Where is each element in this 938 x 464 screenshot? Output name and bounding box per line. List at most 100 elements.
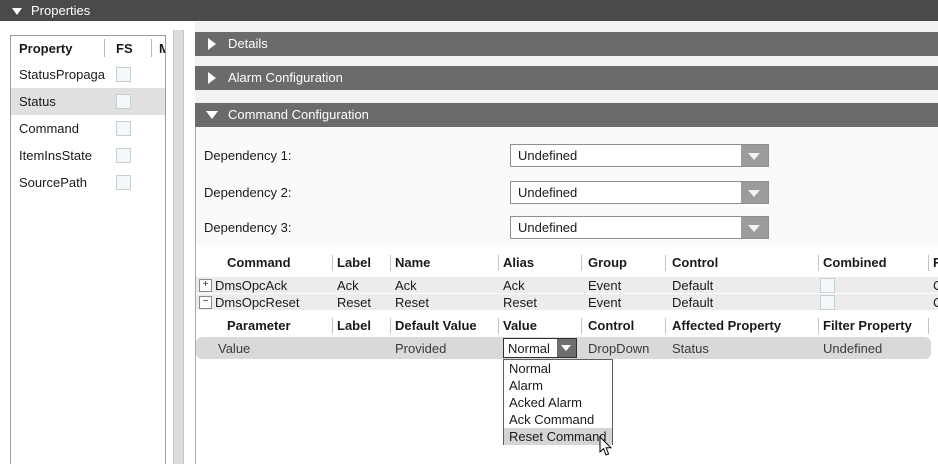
- cell-alias: Ack: [503, 278, 525, 293]
- col-command: Command: [227, 255, 291, 270]
- cell-group: Event: [588, 278, 621, 293]
- vertical-scrollbar[interactable]: [173, 30, 184, 464]
- col-name: Name: [395, 255, 430, 270]
- col-combined: Combined: [823, 255, 887, 270]
- row-label: Command: [19, 121, 111, 136]
- parameter-table-header: Parameter Label Default Value Value Cont…: [196, 315, 938, 335]
- combined-checkbox[interactable]: [820, 278, 835, 293]
- cell-name: Ack: [395, 278, 417, 293]
- chevron-right-icon: [208, 72, 216, 84]
- column-divider: [928, 255, 929, 271]
- column-divider: [390, 318, 391, 334]
- column-divider: [665, 255, 666, 271]
- row-label: Status: [19, 94, 111, 109]
- col-control: Control: [588, 318, 634, 333]
- dropdown-button[interactable]: [741, 217, 768, 238]
- dependency-3-dropdown[interactable]: Undefined: [510, 216, 769, 239]
- dropdown-button[interactable]: [741, 182, 768, 203]
- properties-window: Properties Property FS M StatusPropaga S…: [0, 0, 938, 464]
- cell-affected-property: Status: [672, 341, 709, 356]
- column-divider: [332, 255, 333, 271]
- row-label: ItemInsState: [19, 148, 111, 163]
- triangle-down-icon: [748, 225, 760, 232]
- cell-clipped: C: [933, 295, 938, 310]
- collapse-triangle-icon[interactable]: [12, 8, 22, 15]
- fs-checkbox[interactable]: [116, 148, 131, 163]
- dependency-1-dropdown[interactable]: Undefined: [510, 144, 769, 167]
- combined-checkbox[interactable]: [820, 295, 835, 310]
- dropdown-option-normal[interactable]: Normal: [504, 360, 612, 377]
- chevron-right-icon: [208, 38, 216, 50]
- dropdown-value: Undefined: [518, 185, 577, 200]
- col-filter-property: Filter Property: [823, 318, 912, 333]
- cell-label: Ack: [337, 278, 359, 293]
- cell-filter-property: Undefined: [823, 341, 882, 356]
- value-dropdown[interactable]: Normal: [503, 338, 577, 358]
- dependency-2-label: Dependency 2:: [204, 185, 291, 200]
- column-divider: [818, 255, 819, 271]
- cell-name: Reset: [395, 295, 429, 310]
- property-grid-header: Property FS M: [11, 36, 165, 61]
- col-group: Group: [588, 255, 627, 270]
- sidebar-item-statuspropagation[interactable]: StatusPropaga: [11, 61, 165, 88]
- row-label: SourcePath: [19, 175, 111, 190]
- col-clipped: F: [933, 255, 938, 270]
- col-alias: Alias: [503, 255, 534, 270]
- column-divider: [665, 318, 666, 334]
- section-label: Command Configuration: [228, 107, 369, 122]
- parameter-row-value[interactable]: Value Provided Normal DropDown Status Un…: [196, 337, 931, 359]
- expand-icon[interactable]: +: [199, 279, 212, 292]
- col-affected-property: Affected Property: [672, 318, 781, 333]
- window-title: Properties: [31, 3, 90, 18]
- dropdown-option-ack-command[interactable]: Ack Command: [504, 411, 612, 428]
- cell-control: DropDown: [588, 341, 649, 356]
- cell-parameter: Value: [218, 341, 250, 356]
- fs-checkbox[interactable]: [116, 121, 131, 136]
- properties-header-bar: Properties: [0, 0, 938, 21]
- triangle-down-icon: [748, 153, 760, 160]
- dropdown-value: Normal: [508, 341, 550, 356]
- col-parameter: Parameter: [227, 318, 291, 333]
- cell-control: Default: [672, 278, 713, 293]
- dropdown-value: Undefined: [518, 148, 577, 163]
- property-grid: Property FS M StatusPropaga Status Comma…: [10, 35, 166, 464]
- dependency-3-label: Dependency 3:: [204, 220, 291, 235]
- command-row-dmsopcack[interactable]: + DmsOpcAck Ack Ack Ack Event Default C: [196, 277, 938, 293]
- dropdown-option-alarm[interactable]: Alarm: [504, 377, 612, 394]
- section-details[interactable]: Details: [195, 32, 938, 56]
- chevron-down-icon: [206, 111, 218, 119]
- col-fs: FS: [116, 41, 133, 56]
- fs-checkbox[interactable]: [116, 175, 131, 190]
- sidebar-item-status[interactable]: Status: [11, 88, 165, 115]
- triangle-down-icon: [561, 345, 571, 351]
- collapse-icon[interactable]: −: [199, 296, 212, 309]
- cell-command: DmsOpcReset: [215, 295, 300, 310]
- section-command-configuration[interactable]: Command Configuration: [195, 103, 938, 127]
- mouse-cursor-icon: [598, 436, 612, 460]
- cell-default-value: Provided: [395, 341, 446, 356]
- sidebar-item-sourcepath[interactable]: SourcePath: [11, 169, 165, 196]
- row-label: StatusPropaga: [19, 67, 111, 82]
- dependency-2-dropdown[interactable]: Undefined: [510, 181, 769, 204]
- sidebar-item-command[interactable]: Command: [11, 115, 165, 142]
- fs-checkbox[interactable]: [116, 94, 131, 109]
- column-divider: [104, 39, 105, 57]
- fs-checkbox[interactable]: [116, 67, 131, 82]
- col-default-value: Default Value: [395, 318, 477, 333]
- col-label: Label: [337, 255, 371, 270]
- command-row-dmsopcreset[interactable]: − DmsOpcReset Reset Reset Reset Event De…: [196, 294, 938, 310]
- dropdown-button[interactable]: [741, 145, 768, 166]
- dropdown-button[interactable]: [557, 339, 576, 357]
- cell-control: Default: [672, 295, 713, 310]
- column-divider: [498, 318, 499, 334]
- sidebar-item-iteminsstate[interactable]: ItemInsState: [11, 142, 165, 169]
- dropdown-option-acked-alarm[interactable]: Acked Alarm: [504, 394, 612, 411]
- dropdown-option-reset-command[interactable]: Reset Command: [504, 428, 612, 445]
- col-m: M: [159, 41, 166, 56]
- column-divider: [390, 255, 391, 271]
- column-divider: [581, 255, 582, 271]
- section-alarm-configuration[interactable]: Alarm Configuration: [195, 66, 938, 90]
- command-table-header: Command Label Name Alias Group Control C…: [196, 252, 938, 274]
- column-divider: [581, 318, 582, 334]
- col-property: Property: [19, 41, 72, 56]
